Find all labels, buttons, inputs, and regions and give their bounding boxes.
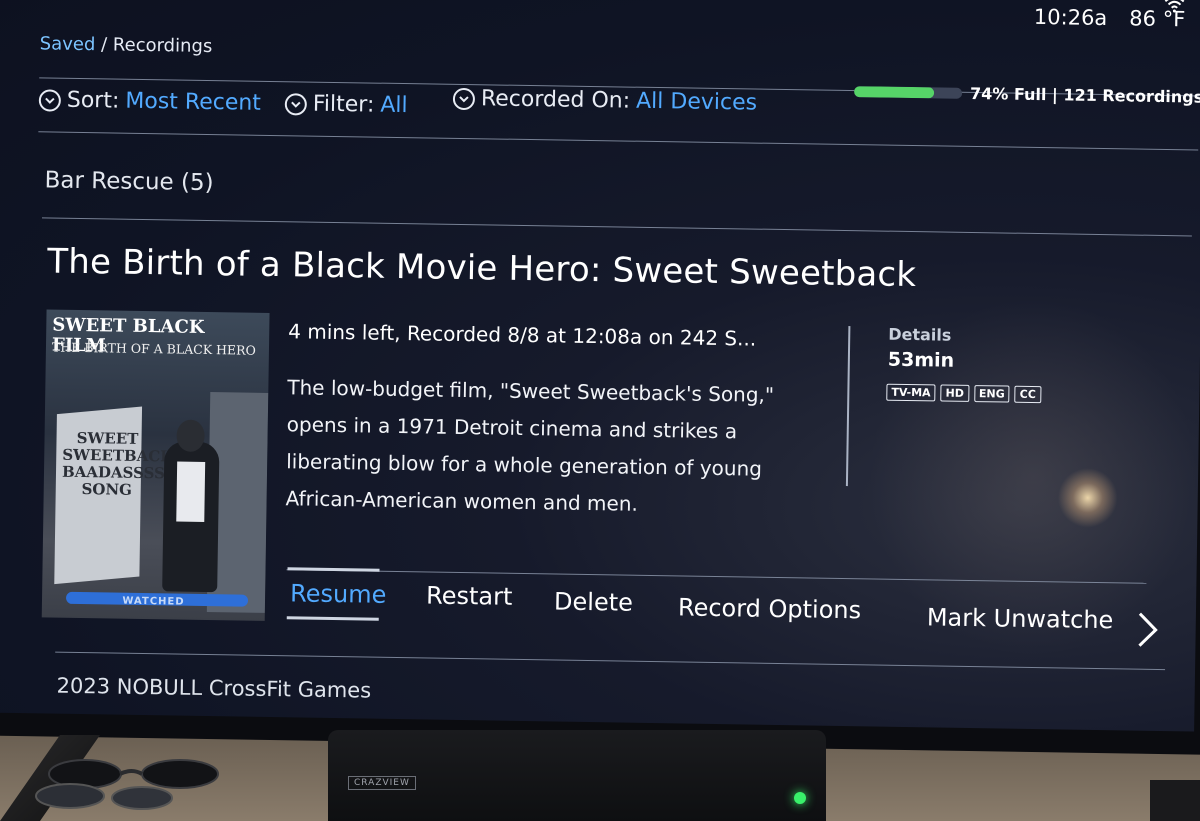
breadcrumb-saved[interactable]: Saved bbox=[40, 33, 96, 55]
details-label: Details bbox=[888, 324, 952, 345]
episode-description: The low-budget film, "Sweet Sweetback's … bbox=[285, 375, 775, 516]
storage-bar-fill bbox=[854, 86, 935, 99]
filter-value: All bbox=[380, 92, 408, 119]
episode-poster: SWEET SWEETBACKS BAADASSSSS SONG SWEET B… bbox=[41, 309, 270, 621]
sort-value: Most Recent bbox=[125, 88, 262, 116]
watched-label: WATCHED bbox=[122, 595, 185, 608]
poster-figure-shirt bbox=[176, 461, 206, 522]
mark-unwatched-button[interactable]: Mark Unwatche bbox=[927, 603, 1114, 634]
recorded-on-dropdown[interactable]: Recorded On: All Devices bbox=[452, 86, 758, 116]
breadcrumb-current: Recordings bbox=[112, 34, 213, 58]
action-bar: Resume Restart Delete Record Options Mar… bbox=[286, 567, 1187, 645]
badge-hd: HD bbox=[940, 384, 970, 402]
chevron-down-icon bbox=[284, 92, 308, 116]
badge-language: ENG bbox=[973, 385, 1010, 403]
status-bar: 10:26a 86 °F bbox=[1033, 0, 1185, 31]
resume-button[interactable]: Resume bbox=[290, 579, 387, 609]
storage-text: 74% Full | 121 Recordings bbox=[969, 83, 1200, 107]
breadcrumb-separator: / bbox=[100, 34, 108, 56]
series-title[interactable]: Bar Rescue (5) bbox=[44, 167, 213, 196]
episode-duration: 53min bbox=[887, 348, 955, 372]
next-series-title[interactable]: 2023 NOBULL CrossFit Games bbox=[56, 674, 371, 703]
soundbar: CRAZVIEW bbox=[328, 730, 826, 821]
toolbar: Sort: Most Recent Filter: All Recorded O… bbox=[38, 84, 1200, 145]
recording-meta: 4 mins left, Recorded 8/8 at 12:08a on 2… bbox=[288, 319, 757, 351]
wifi-icon bbox=[1164, 0, 1185, 13]
soundbar-brand: CRAZVIEW bbox=[348, 776, 416, 790]
recorded-on-label: Recorded On: bbox=[480, 86, 631, 114]
chevron-right-icon[interactable] bbox=[1135, 611, 1160, 649]
soundbar-power-led bbox=[794, 792, 806, 804]
resume-focus-top bbox=[287, 567, 380, 572]
series-divider bbox=[41, 217, 1192, 237]
badge-cc: CC bbox=[1014, 385, 1041, 404]
tv-bezel: 10:26a 86 °F Saved / Recordings Sort: Mo… bbox=[0, 0, 1200, 755]
delete-button[interactable]: Delete bbox=[554, 587, 633, 616]
poster-marquee-text: SWEET SWEETBACKS BAADASSSSS SONG bbox=[61, 428, 185, 499]
resume-focus-bottom bbox=[286, 616, 379, 621]
storage-indicator: 74% Full | 121 Recordings bbox=[854, 82, 1200, 107]
details-separator bbox=[845, 326, 851, 487]
badge-rating: TV-MA bbox=[886, 383, 936, 402]
filter-label: Filter: bbox=[312, 91, 375, 118]
chevron-down-icon bbox=[38, 88, 62, 112]
sunglasses bbox=[35, 759, 219, 810]
sort-dropdown[interactable]: Sort: Most Recent bbox=[38, 87, 262, 116]
storage-bar bbox=[854, 86, 963, 99]
poster-subtitle: THE BIRTH OF A BLACK HERO bbox=[51, 339, 256, 358]
rating-badges: TV-MA HD ENG CC bbox=[886, 383, 1041, 404]
filter-dropdown[interactable]: Filter: All bbox=[284, 91, 408, 119]
record-options-button[interactable]: Record Options bbox=[678, 593, 862, 624]
recorded-on-value: All Devices bbox=[635, 88, 758, 116]
tv-stand-right bbox=[1150, 780, 1200, 821]
sort-label: Sort: bbox=[66, 87, 120, 114]
tv-screen: 10:26a 86 °F Saved / Recordings Sort: Mo… bbox=[0, 0, 1200, 732]
restart-button[interactable]: Restart bbox=[426, 581, 513, 610]
chevron-down-icon bbox=[452, 87, 476, 110]
breadcrumb: Saved / Recordings bbox=[40, 33, 213, 57]
clock: 10:26a bbox=[1033, 4, 1108, 31]
episode-title: The Birth of a Black Movie Hero: Sweet S… bbox=[47, 241, 917, 296]
